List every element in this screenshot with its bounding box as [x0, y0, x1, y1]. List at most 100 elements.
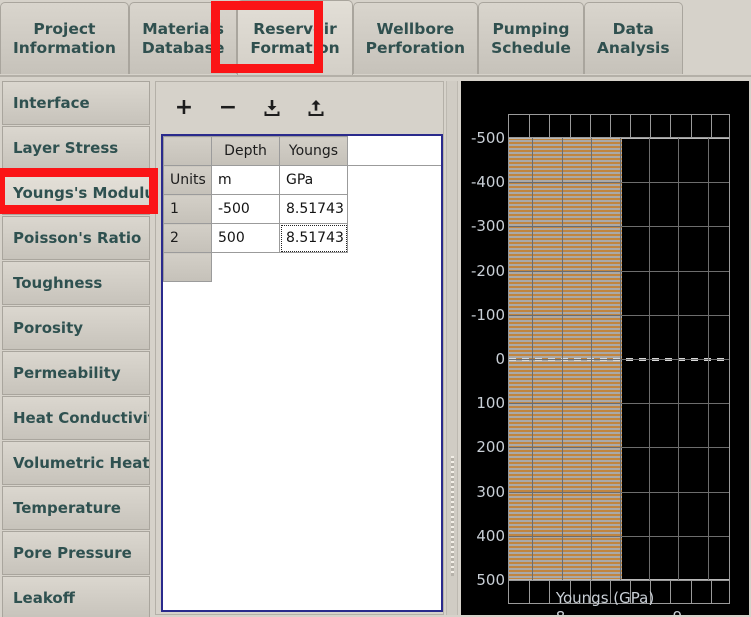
- sidebar-item-temperature[interactable]: Temperature: [2, 486, 150, 530]
- scale-band-tick: [609, 115, 611, 137]
- export-icon: [308, 100, 324, 116]
- import-icon: [264, 100, 280, 116]
- sidebar-item-label: Volumetric Heat C: [13, 454, 150, 472]
- tab-label-line1: Reservoir: [253, 19, 337, 38]
- sidebar-item-heat-conductivity[interactable]: Heat Conductivity: [2, 396, 150, 440]
- chart-y-tick-label: 300: [476, 482, 505, 501]
- property-data-table[interactable]: Depth Youngs Units m GPa 1 -500 8.51743 …: [161, 134, 443, 612]
- chart-gridline-v: [561, 138, 563, 580]
- data-editor-panel: + − Depth Youngs Units m GPa 1 -500 8.51…: [155, 81, 444, 615]
- export-button[interactable]: [304, 96, 328, 120]
- tab-label-line2: Perforation: [365, 38, 466, 57]
- sidebar-item-leakoff[interactable]: Leakoff: [2, 576, 150, 617]
- cell-empty-depth[interactable]: [211, 252, 280, 282]
- table-header: Depth Youngs: [163, 136, 441, 166]
- table-header-row: Depth Youngs: [163, 136, 441, 166]
- import-button[interactable]: [260, 96, 284, 120]
- sidebar-item-label: Permeability: [13, 364, 121, 382]
- chart-gridline-v: [532, 138, 534, 580]
- chart-y-tick-label: -100: [470, 305, 505, 324]
- remove-row-button[interactable]: −: [216, 96, 240, 120]
- tab-wellbore-perforation[interactable]: Wellbore Perforation: [352, 2, 479, 74]
- tab-label-line2: Schedule: [491, 38, 571, 57]
- minus-icon: −: [218, 95, 238, 120]
- chart-gridline-v: [590, 138, 592, 580]
- tab-bar-underline: [0, 75, 751, 77]
- chart-y-tick-label: -500: [470, 129, 505, 147]
- chart-top-scale-band: [508, 114, 730, 138]
- tab-label-line2: Database: [141, 38, 225, 57]
- chart-gridline-v: [649, 138, 651, 580]
- table-body: Units m GPa 1 -500 8.51743 2 500 8.51743: [163, 165, 441, 282]
- chart-y-tick-label: -200: [470, 261, 505, 280]
- chart-plot-area: [508, 138, 730, 580]
- scale-band-tick: [529, 115, 531, 137]
- tab-project-information[interactable]: Project Information: [0, 2, 129, 74]
- sidebar-item-porosity[interactable]: Porosity: [2, 306, 150, 350]
- scale-band-tick: [589, 115, 591, 137]
- cell-row2-youngs[interactable]: 8.51743: [279, 223, 348, 253]
- scale-band-tick: [690, 115, 692, 137]
- tab-label-line1: Data: [612, 19, 654, 38]
- sidebar-item-toughness[interactable]: Toughness: [2, 261, 150, 305]
- chart-x-axis-title: Youngs (GPa): [555, 589, 655, 607]
- tab-label-line1: Materials: [142, 19, 224, 38]
- table-row-empty[interactable]: [163, 252, 441, 282]
- add-row-button[interactable]: +: [172, 96, 196, 120]
- tab-materials-database[interactable]: Materials Database: [128, 2, 238, 74]
- row-header-units[interactable]: Units: [163, 165, 212, 195]
- row-header-2[interactable]: 2: [163, 223, 212, 253]
- tab-label-line1: Pumping: [492, 19, 570, 38]
- row-filler: [347, 223, 441, 253]
- chart-y-tick-label: 100: [476, 394, 505, 413]
- cell-empty-youngs[interactable]: [279, 252, 348, 282]
- col-header-depth[interactable]: Depth: [211, 136, 280, 166]
- tab-pumping-schedule[interactable]: Pumping Schedule: [478, 2, 584, 74]
- sidebar-item-label: Porosity: [13, 319, 84, 337]
- cell-row2-depth[interactable]: 500: [211, 223, 280, 253]
- plus-icon: +: [174, 95, 194, 120]
- sidebar-item-volumetric-heat-capacity[interactable]: Volumetric Heat C: [2, 441, 150, 485]
- chart-y-tick-label: -400: [470, 173, 505, 192]
- chart-x-tick-label: 9: [673, 608, 683, 615]
- sidebar-item-pore-pressure[interactable]: Pore Pressure: [2, 531, 150, 575]
- row-filler: [347, 194, 441, 224]
- table-toolbar: + −: [156, 90, 459, 126]
- table-row[interactable]: 2 500 8.51743: [163, 223, 441, 253]
- sidebar-item-label: Poisson's Ratio: [13, 229, 142, 247]
- sidebar-item-permeability[interactable]: Permeability: [2, 351, 150, 395]
- col-header-index[interactable]: [163, 136, 212, 166]
- scale-band-tick: [650, 115, 652, 137]
- table-row[interactable]: Units m GPa: [163, 165, 441, 195]
- tab-content-panel: Interface Layer Stress Youngs's Modulus …: [0, 79, 751, 617]
- tab-label-line1: Wellbore: [376, 19, 455, 38]
- table-row[interactable]: 1 -500 8.51743: [163, 194, 441, 224]
- scale-band-tick: [710, 115, 712, 137]
- sidebar-item-youngs-modulus[interactable]: Youngs's Modulus: [2, 171, 150, 215]
- cell-row1-depth[interactable]: -500: [211, 194, 280, 224]
- sidebar-item-interface[interactable]: Interface: [2, 81, 150, 125]
- sidebar-item-label: Heat Conductivity: [13, 409, 150, 427]
- chart-y-tick-label: 400: [476, 526, 505, 545]
- sidebar-item-poissons-ratio[interactable]: Poisson's Ratio: [2, 216, 150, 260]
- tab-reservoir-formation[interactable]: Reservoir Formation: [237, 0, 353, 76]
- row-filler: [347, 165, 441, 195]
- cell-units-depth[interactable]: m: [211, 165, 280, 195]
- tab-label-line2: Formation: [250, 38, 340, 57]
- chart-x-tick-label: 8: [556, 608, 566, 615]
- row-header-empty[interactable]: [163, 252, 212, 282]
- tab-strip: Project Information Materials Database R…: [0, 0, 683, 76]
- chart-gridline-v: [707, 138, 709, 580]
- tab-data-analysis[interactable]: Data Analysis: [583, 2, 683, 74]
- row-header-1[interactable]: 1: [163, 194, 212, 224]
- reservoir-formation-window: Project Information Materials Database R…: [0, 0, 751, 617]
- col-header-youngs[interactable]: Youngs: [279, 136, 348, 166]
- cell-units-youngs[interactable]: GPa: [279, 165, 348, 195]
- tab-label-line2: Information: [13, 38, 116, 57]
- sidebar-item-layer-stress[interactable]: Layer Stress: [2, 126, 150, 170]
- cell-row1-youngs[interactable]: 8.51743: [279, 194, 348, 224]
- panel-splitter[interactable]: [446, 81, 458, 615]
- scale-band-tick: [630, 115, 632, 137]
- chart-y-tick-label: 0: [495, 350, 505, 368]
- scale-band-tick: [670, 115, 672, 137]
